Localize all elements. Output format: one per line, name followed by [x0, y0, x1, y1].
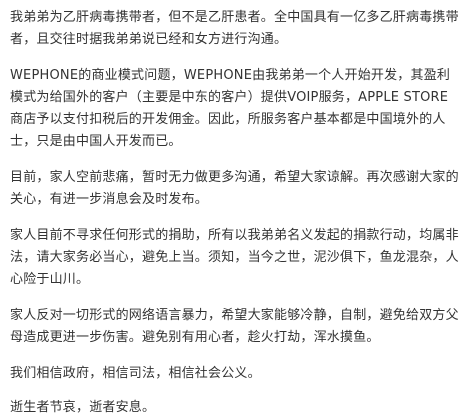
article-body: 我弟弟为乙肝病毒携带者，但不是乙肝患者。全中国具有一亿多乙肝病毒携带者，且交往时…: [0, 0, 471, 418]
paragraph-hepatitis: 我弟弟为乙肝病毒携带者，但不是乙肝患者。全中国具有一亿多乙肝病毒携带者，且交往时…: [10, 10, 459, 47]
paragraph-trust: 我们相信政府，相信司法，相信社会公义。: [10, 366, 261, 381]
paragraph-donation-warning: 家人目前不寻求任何形式的捐助，所有以我弟弟名义发起的捐款行动，均属非法，请大家务…: [10, 228, 459, 287]
paragraph-family-status: 目前，家人空前悲痛，暂时无力做更多沟通，希望大家谅解。再次感谢大家的关心，有进一…: [10, 170, 459, 207]
paragraph-condolence: 逝生者节哀，逝者安息。: [10, 400, 156, 415]
paragraph-business-model: WEPHONE的商业模式问题，WEPHONE由我弟弟一个人开始开发，其盈利模式为…: [10, 68, 451, 149]
paragraph-online-violence: 家人反对一切形式的网络语言暴力，希望大家能够冷静，自制，避免给双方父母造成更进一…: [10, 308, 459, 345]
